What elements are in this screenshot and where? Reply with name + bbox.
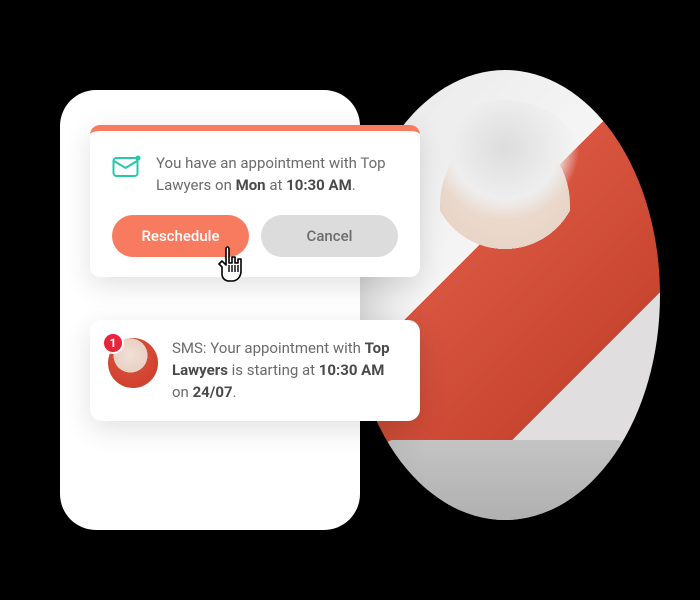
avatar-wrap: 1 bbox=[108, 338, 158, 388]
appointment-card: You have an appointment with Top Lawyers… bbox=[90, 125, 420, 277]
appointment-message: You have an appointment with Top Lawyers… bbox=[156, 153, 398, 197]
appt-mid2: at bbox=[266, 176, 287, 194]
appointment-actions: Reschedule Cancel bbox=[112, 215, 398, 257]
sms-time: 10:30 AM bbox=[319, 361, 385, 379]
mail-icon bbox=[112, 155, 142, 179]
sms-suffix: . bbox=[233, 383, 237, 401]
sms-mid2: on bbox=[172, 383, 193, 401]
sms-card: 1 SMS: Your appointment with Top Lawyers… bbox=[90, 320, 420, 421]
sms-date: 24/07 bbox=[193, 383, 233, 401]
laptop bbox=[385, 440, 625, 520]
sms-prefix: SMS: Your appointment with bbox=[172, 339, 365, 357]
sms-message: SMS: Your appointment with Top Lawyers i… bbox=[172, 338, 400, 403]
notification-badge: 1 bbox=[102, 332, 124, 354]
cancel-button[interactable]: Cancel bbox=[261, 215, 398, 257]
appt-prefix: You have an appointment with bbox=[156, 154, 360, 172]
appt-suffix: . bbox=[352, 176, 356, 194]
appt-time: 10:30 AM bbox=[286, 176, 352, 194]
sms-mid1: is starting at bbox=[228, 361, 319, 379]
appt-day: Mon bbox=[236, 176, 266, 194]
reschedule-button[interactable]: Reschedule bbox=[112, 215, 249, 257]
appt-mid1: on bbox=[211, 176, 235, 194]
